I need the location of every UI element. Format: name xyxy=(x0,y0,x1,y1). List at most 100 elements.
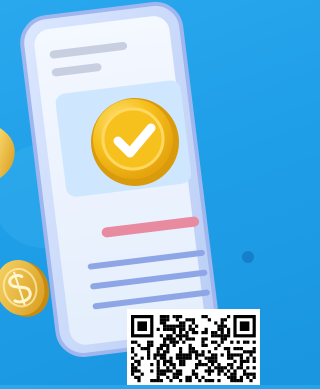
qr-module xyxy=(182,327,186,331)
qr-module xyxy=(175,356,179,360)
qr-module xyxy=(172,340,176,344)
qr-module xyxy=(207,379,211,383)
qr-module xyxy=(191,321,195,325)
qr-module xyxy=(252,356,256,360)
qr-module xyxy=(179,363,183,367)
qr-module xyxy=(236,379,240,383)
qr-module xyxy=(220,318,224,322)
qr-module xyxy=(169,334,173,338)
qr-module xyxy=(159,334,163,338)
qr-module xyxy=(175,334,179,338)
qr-module xyxy=(227,369,231,373)
qr-module xyxy=(166,347,170,351)
qr-module xyxy=(182,321,186,325)
qr-module xyxy=(214,356,218,360)
qr-module xyxy=(163,369,167,373)
qr-module xyxy=(179,350,183,354)
qr-module xyxy=(246,359,250,363)
qr-module xyxy=(227,363,231,367)
qr-module xyxy=(131,372,135,376)
qr-module xyxy=(166,359,170,363)
qr-module xyxy=(252,366,256,370)
qr-module xyxy=(150,343,154,347)
qr-module xyxy=(156,327,160,331)
qr-module xyxy=(214,334,218,338)
qr-module xyxy=(220,334,224,338)
qr-module xyxy=(159,315,163,319)
qr-module xyxy=(172,327,176,331)
qr-module xyxy=(179,327,183,331)
qr-module xyxy=(188,327,192,331)
qr-module xyxy=(201,315,205,319)
qr-module xyxy=(188,318,192,322)
qr-module xyxy=(150,363,154,367)
qr-module xyxy=(166,350,170,354)
qr-module xyxy=(179,379,183,383)
qr-module xyxy=(172,331,176,335)
qr-module xyxy=(214,331,218,335)
qr-module xyxy=(195,375,199,379)
qr-module xyxy=(175,340,179,344)
qr-module xyxy=(131,347,135,351)
qr-module xyxy=(201,353,205,357)
qr-module xyxy=(182,340,186,344)
qr-module xyxy=(227,375,231,379)
qr-module xyxy=(166,315,170,319)
qr-module xyxy=(217,379,221,383)
qr-module xyxy=(201,375,205,379)
qr-module xyxy=(175,353,179,357)
qr-module xyxy=(185,334,189,338)
qr-module xyxy=(220,327,224,331)
qr-module xyxy=(156,347,160,351)
qr-module xyxy=(163,337,167,341)
qr-module xyxy=(169,359,173,363)
qr-module xyxy=(211,331,215,335)
qr-module xyxy=(207,350,211,354)
qr-module xyxy=(131,363,135,367)
qr-module xyxy=(166,375,170,379)
qr-module xyxy=(159,372,163,376)
qr-module xyxy=(204,356,208,360)
qr-module xyxy=(131,369,135,373)
qr-module xyxy=(169,363,173,367)
qr-module xyxy=(227,356,231,360)
qr-module xyxy=(239,375,243,379)
qr-module xyxy=(214,340,218,344)
qr-module xyxy=(163,318,167,322)
qr-module xyxy=(169,324,173,328)
qr-module xyxy=(227,331,231,335)
qr-module xyxy=(134,369,138,373)
qr-module xyxy=(214,353,218,357)
qr-module xyxy=(220,321,224,325)
qr-module xyxy=(169,379,173,383)
qr-module xyxy=(217,327,221,331)
qr-module xyxy=(220,369,224,373)
qr-module xyxy=(175,375,179,379)
qr-module xyxy=(163,321,167,325)
qr-module xyxy=(156,359,160,363)
qr-module xyxy=(182,334,186,338)
qr-module xyxy=(140,347,144,351)
qr-module xyxy=(185,337,189,341)
qr-module xyxy=(195,331,199,335)
qr-module xyxy=(134,340,138,344)
qr-module xyxy=(169,337,173,341)
qr-module xyxy=(166,324,170,328)
qr-module xyxy=(185,356,189,360)
qr-module xyxy=(211,356,215,360)
qr-module xyxy=(211,334,215,338)
qr-module xyxy=(140,372,144,376)
qr-code-icon xyxy=(127,309,260,385)
qr-module xyxy=(153,353,157,357)
qr-module xyxy=(201,337,205,341)
qr-module xyxy=(182,359,186,363)
qr-module xyxy=(217,366,221,370)
qr-module xyxy=(198,379,202,383)
qr-module xyxy=(220,340,224,344)
qr-module xyxy=(233,372,237,376)
qr-module xyxy=(207,366,211,370)
qr-module xyxy=(252,359,256,363)
qr-module xyxy=(159,347,163,351)
qr-module xyxy=(214,347,218,351)
qr-module xyxy=(230,375,234,379)
